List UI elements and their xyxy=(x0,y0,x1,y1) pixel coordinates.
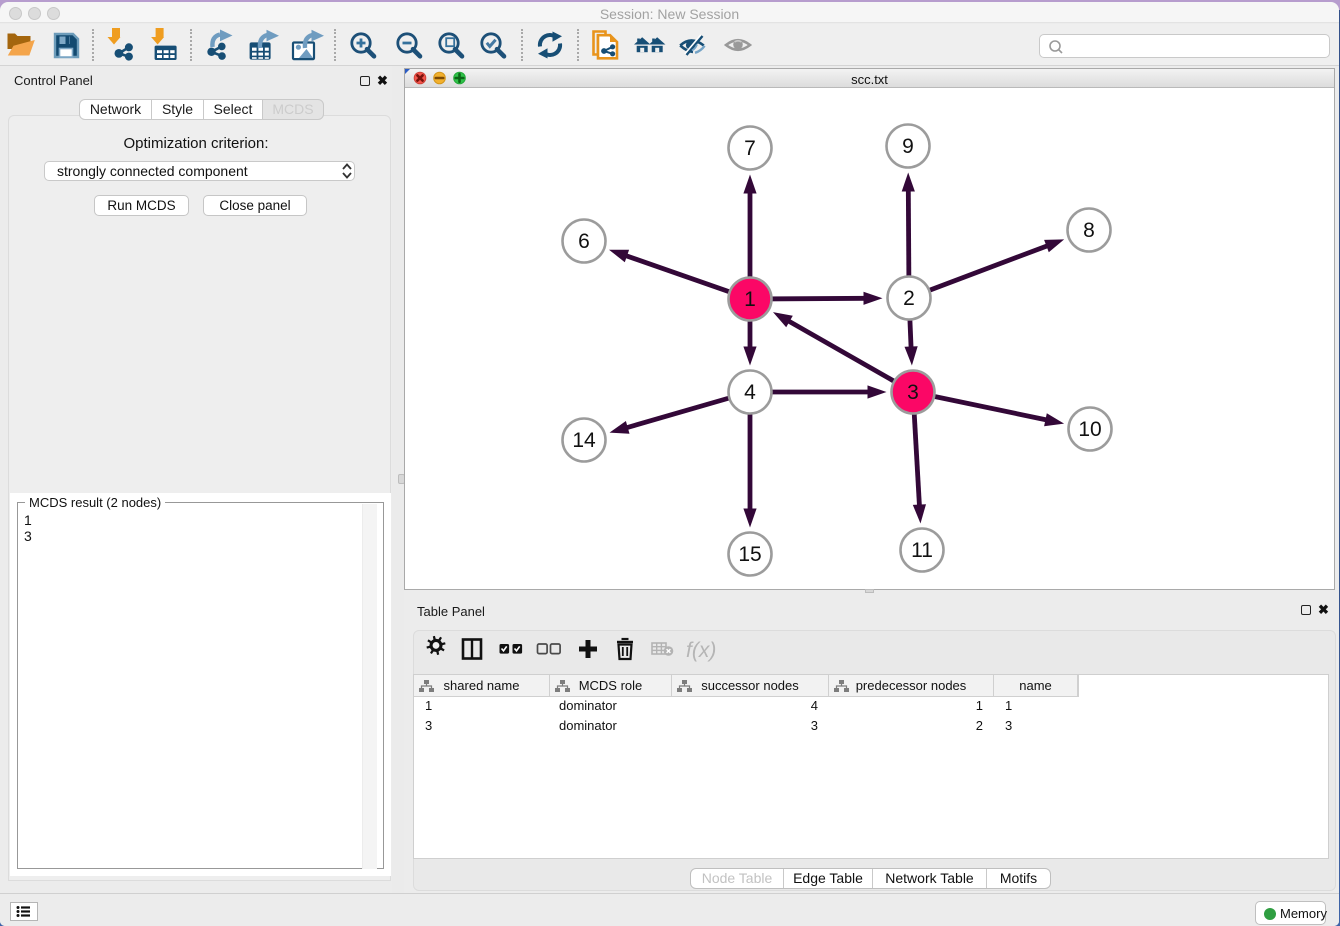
svg-text:11: 11 xyxy=(911,539,933,562)
svg-text:15: 15 xyxy=(738,543,761,566)
svg-text:10: 10 xyxy=(1078,418,1101,441)
svg-text:f(x): f(x) xyxy=(686,639,716,662)
svg-text:2: 2 xyxy=(903,287,915,310)
svg-text:7: 7 xyxy=(744,137,756,160)
svg-text:8: 8 xyxy=(1083,219,1095,242)
svg-text:1: 1 xyxy=(744,288,756,311)
svg-text:14: 14 xyxy=(572,429,596,452)
svg-text:3: 3 xyxy=(907,381,919,404)
svg-text:6: 6 xyxy=(578,230,590,253)
svg-text:4: 4 xyxy=(744,381,756,404)
svg-text:9: 9 xyxy=(902,135,914,158)
